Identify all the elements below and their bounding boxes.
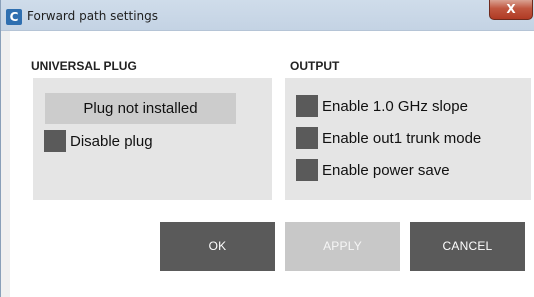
enable-power-save-option[interactable]: Enable power save (296, 158, 450, 182)
close-icon: X (506, 2, 516, 16)
ok-button[interactable]: OK (160, 222, 275, 271)
enable-slope-checkbox[interactable] (296, 95, 318, 117)
enable-power-save-checkbox[interactable] (296, 159, 318, 181)
enable-trunk-mode-checkbox[interactable] (296, 127, 318, 149)
universal-plug-heading: UNIVERSAL PLUG (31, 59, 137, 73)
disable-plug-option[interactable]: Disable plug (44, 129, 153, 153)
disable-plug-checkbox[interactable] (44, 130, 66, 152)
enable-power-save-label: Enable power save (322, 161, 450, 179)
disable-plug-label: Disable plug (70, 132, 153, 150)
dialog-window: C Forward path settings X UNIVERSAL PLUG… (0, 0, 534, 297)
output-panel: Enable 1.0 GHz slope Enable out1 trunk m… (285, 78, 531, 200)
title-bar: C Forward path settings X (1, 0, 534, 31)
apply-button[interactable]: APPLY (285, 222, 400, 271)
enable-slope-label: Enable 1.0 GHz slope (322, 97, 468, 115)
enable-trunk-mode-option[interactable]: Enable out1 trunk mode (296, 126, 481, 150)
enable-slope-option[interactable]: Enable 1.0 GHz slope (296, 94, 468, 118)
app-logo-icon: C (6, 9, 22, 25)
output-heading: OUTPUT (290, 59, 340, 73)
close-button[interactable]: X (489, 0, 533, 20)
enable-trunk-mode-label: Enable out1 trunk mode (322, 129, 482, 147)
window-title: Forward path settings (27, 9, 159, 23)
dialog-content: UNIVERSAL PLUG Plug not installed Disabl… (10, 31, 534, 297)
universal-plug-panel: Plug not installed Disable plug (33, 78, 272, 200)
cancel-button[interactable]: CANCEL (410, 222, 525, 271)
plug-status-box: Plug not installed (45, 93, 236, 124)
